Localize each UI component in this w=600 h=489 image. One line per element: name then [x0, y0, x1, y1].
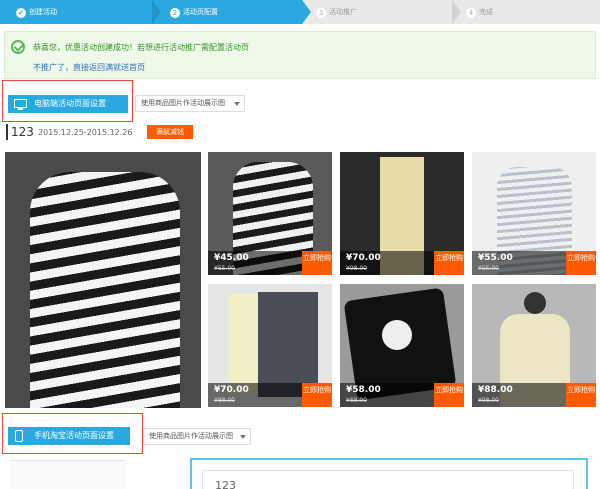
- phone-preview: [10, 460, 125, 489]
- step-label: 创建活动: [29, 8, 57, 16]
- product-card[interactable]: ¥55.00 ¥55.00 立即抢购: [472, 152, 596, 275]
- phone-icon: [15, 430, 23, 442]
- step-create-activity: ✔ 创建活动: [0, 0, 152, 24]
- buy-now-button[interactable]: 立即抢购: [302, 383, 332, 407]
- product-old-price: ¥55.00: [214, 265, 235, 272]
- activity-badge: 满就减钱: [147, 125, 193, 139]
- return-link[interactable]: 不推广了，直接返回满就送首页: [33, 62, 145, 73]
- product-price: ¥70.00: [214, 385, 249, 395]
- product-old-price: ¥55.00: [478, 265, 499, 272]
- buy-now-button[interactable]: 立即抢购: [302, 251, 332, 275]
- mobile-display-select[interactable]: 使用商品图片作活动展示图: [143, 428, 251, 445]
- product-price: ¥88.00: [478, 385, 513, 395]
- product-price: ¥45.00: [214, 253, 249, 263]
- product-card[interactable]: ¥70.00 ¥98.00 立即抢购: [340, 152, 464, 275]
- mobile-section-header[interactable]: 手机淘宝活动页面设置: [8, 427, 130, 445]
- step-label: 活动推广: [329, 8, 357, 16]
- product-image: [524, 292, 546, 314]
- product-card[interactable]: ¥88.00 ¥98.00 立即抢购: [472, 284, 596, 407]
- product-old-price: ¥98.00: [346, 265, 367, 272]
- progress-steps: ✔ 创建活动 2 活动页配置 3 活动推广 4 完成: [0, 0, 600, 24]
- product-card[interactable]: ¥58.00 ¥68.00 立即抢购: [340, 284, 464, 407]
- pc-display-select[interactable]: 使用商品图片作活动展示图: [135, 95, 245, 112]
- step-label: 完成: [479, 8, 493, 16]
- pc-display-select-value: 使用商品图片作活动展示图: [141, 99, 225, 107]
- step-page-config: 2 活动页配置: [152, 0, 302, 24]
- step-promotion: 3 活动推广: [302, 0, 452, 24]
- step-label: 活动页配置: [183, 8, 218, 16]
- step-number: 2: [170, 8, 180, 18]
- mobile-display-select-value: 使用商品图片作活动展示图: [149, 432, 233, 440]
- step-arrow-icon: [152, 0, 161, 24]
- chevron-down-icon: [234, 102, 240, 106]
- product-price: ¥55.00: [478, 253, 513, 263]
- pc-section-header[interactable]: 电脑端活动页面设置: [8, 95, 128, 113]
- step-number: 4: [466, 8, 476, 18]
- activity-title: 123: [6, 124, 34, 140]
- chevron-down-icon: [240, 435, 246, 439]
- product-old-price: ¥98.00: [478, 397, 499, 404]
- product-price: ¥70.00: [346, 253, 381, 263]
- step-arrow-icon: [302, 0, 311, 24]
- product-old-price: ¥68.00: [346, 397, 367, 404]
- step-check-icon: ✔: [16, 8, 26, 18]
- buy-now-button[interactable]: 立即抢购: [566, 383, 596, 407]
- striped-shirt-image: [30, 172, 180, 408]
- monitor-icon: [14, 99, 27, 110]
- buy-now-button[interactable]: 立即抢购: [434, 251, 464, 275]
- mobile-preview-card: 123: [202, 470, 574, 489]
- product-card[interactable]: ¥70.00 ¥88.00 立即抢购: [208, 284, 332, 407]
- product-image: [258, 292, 318, 397]
- product-old-price: ¥88.00: [214, 397, 235, 404]
- mobile-preview-frame: 123: [190, 458, 588, 489]
- activity-dates: 2015.12.25-2015.12.26: [38, 128, 133, 137]
- skull-print-icon: [382, 320, 412, 350]
- success-check-icon: [11, 40, 25, 54]
- success-notice: 恭喜您，优惠活动创建成功！若想进行活动推广需配置活动页 不推广了，直接返回满就送…: [4, 31, 596, 79]
- pc-section-title: 电脑端活动页面设置: [34, 99, 106, 108]
- success-message: 恭喜您，优惠活动创建成功！若想进行活动推广需配置活动页: [33, 43, 249, 52]
- featured-product-image[interactable]: [5, 152, 201, 408]
- step-number: 3: [316, 8, 326, 18]
- buy-now-button[interactable]: 立即抢购: [566, 251, 596, 275]
- product-price: ¥58.00: [346, 385, 381, 395]
- step-arrow-icon: [452, 0, 461, 24]
- mobile-preview-title: 123: [215, 479, 236, 489]
- buy-now-button[interactable]: 立即抢购: [434, 383, 464, 407]
- step-done: 4 完成: [452, 0, 600, 24]
- product-card[interactable]: ¥45.00 ¥55.00 立即抢购: [208, 152, 332, 275]
- mobile-section-title: 手机淘宝活动页面设置: [34, 431, 114, 440]
